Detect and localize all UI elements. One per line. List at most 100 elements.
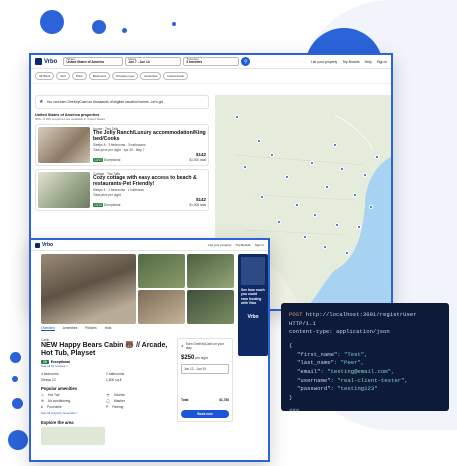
dates-input[interactable]: Jun 12 - Jun 19 [181, 364, 229, 374]
search-icon: ⚲ [244, 58, 248, 65]
vrbo-logo[interactable]: Vrbo [35, 58, 57, 65]
listing-title[interactable]: The Jolly Ranch/Luxury accommodation/Kin… [93, 130, 206, 143]
map-pin[interactable] [323, 245, 327, 249]
decor-dot [122, 28, 127, 33]
map-pin[interactable] [340, 167, 344, 171]
map-pin[interactable] [243, 165, 247, 169]
gallery-photo[interactable] [138, 254, 185, 288]
tab-overview[interactable]: Overview [41, 326, 55, 331]
area-map[interactable] [41, 427, 105, 446]
map-pin[interactable] [277, 220, 281, 224]
vrbo-logo[interactable]: Vrbo [35, 242, 53, 248]
spec-bedrooms: 4 bedrooms [41, 372, 59, 377]
gallery-photo[interactable] [187, 254, 234, 288]
book-now-button[interactable]: Book now [181, 410, 229, 418]
map-pin[interactable] [313, 213, 317, 217]
json-value: "testing@email.com", [327, 367, 395, 375]
search-button[interactable]: ⚲ [241, 57, 251, 66]
map-pin[interactable] [303, 235, 307, 239]
filter-bedrooms[interactable]: Bedrooms [88, 72, 111, 80]
kitchen-icon: ☕ [106, 393, 111, 398]
listing-photo[interactable] [38, 172, 90, 208]
listing-card[interactable]: House · Two Tails The Jolly Ranch/Luxury… [35, 124, 209, 166]
travelers-field[interactable]: Travelers 2 travelers [183, 57, 240, 66]
logo-icon [35, 58, 42, 65]
gallery-photo[interactable] [138, 290, 185, 324]
main-photo[interactable] [41, 254, 136, 324]
map-pin[interactable] [235, 115, 239, 119]
rating-badge: 10/10 [93, 157, 103, 162]
nav-list-property[interactable]: List your property [311, 60, 337, 64]
total-price: $1,780 [219, 398, 229, 402]
decor-dot [12, 398, 23, 409]
nav-trip-boards[interactable]: Trip Boards [342, 60, 359, 64]
travelers-value: 2 travelers [186, 60, 203, 65]
map-pin[interactable] [375, 155, 379, 159]
nav-sign-in[interactable]: Sign in [255, 243, 264, 247]
amenity-item: P Parking [106, 405, 169, 409]
host-ad[interactable]: See how much you could earn hosting with… [238, 254, 268, 356]
filter-price[interactable]: Price [71, 72, 87, 80]
tag-icon: ★ [181, 344, 184, 348]
amenities-heading: Popular amenities [41, 386, 78, 392]
amenity-item: ☕ Kitchen [106, 393, 169, 397]
filter-instant-book[interactable]: Instant book [163, 72, 188, 80]
json-key: "email" [297, 367, 321, 375]
filter-all[interactable]: All filters [35, 72, 55, 80]
dates-field[interactable]: Dates Jun 7 - Jun 14 [125, 57, 182, 66]
map-pin[interactable] [270, 153, 274, 157]
map-pin[interactable] [257, 139, 261, 143]
map-pin[interactable] [285, 175, 289, 179]
nav-list-property[interactable]: List your property [208, 243, 231, 247]
gallery-photo[interactable] [187, 290, 234, 324]
listing-info: Cottage · Two Tails Cozy cottage with ea… [93, 172, 206, 208]
where-field[interactable]: Where United States of America [63, 57, 124, 66]
map-pin[interactable] [357, 225, 361, 229]
decor-dot [172, 22, 176, 26]
amenity-label: Kitchen [114, 393, 126, 398]
map-pin[interactable] [363, 173, 367, 177]
map-pin[interactable] [353, 193, 357, 197]
map-pin[interactable] [345, 251, 349, 255]
map-pin[interactable] [369, 205, 373, 209]
listing-title[interactable]: Cozy cottage with easy access to beach &… [93, 175, 206, 188]
specs: 4 bedrooms 2 bathrooms Sleeps 12 1,800 s… [41, 372, 169, 382]
filter-sort[interactable]: Sort [56, 72, 70, 80]
where-value: United States of America [66, 60, 104, 65]
ad-logo: Vrbo [247, 313, 259, 320]
top-bar: Vrbo List your property Trip Boards Sign… [31, 240, 268, 251]
reviews-link[interactable]: See all 10 reviews > [41, 364, 169, 368]
map-pin[interactable] [335, 223, 339, 227]
total-row: Total $1,780 [181, 398, 229, 402]
rating-badge: 10/10 [93, 202, 103, 207]
tab-amenities[interactable]: Amenities [63, 326, 77, 331]
content-type-header: content-type: application/json [289, 328, 390, 336]
map-pin[interactable] [333, 143, 337, 147]
map-pin[interactable] [260, 195, 264, 199]
filter-property-type[interactable]: Property type [112, 72, 139, 80]
nav-help[interactable]: Help [365, 60, 372, 64]
tab-policies[interactable]: Policies [85, 326, 96, 331]
request-url: http://localhost:3001/registrUser HTTP/1… [289, 311, 417, 327]
see-all-amenities[interactable]: See all property amenities > [41, 411, 169, 415]
result-subtitle: 300+ of 300 properties are available in … [35, 117, 105, 121]
listing-photo[interactable] [38, 127, 90, 163]
filter-amenities[interactable]: Amenities [140, 72, 162, 80]
map-pin[interactable] [310, 161, 314, 165]
amenities-list: ♨ Hot Tub ☕ Kitchen ❄ Air conditioning ◯ Was… [41, 393, 169, 409]
nav-sign-in[interactable]: Sign in [377, 60, 387, 64]
json-key: "first_name" [297, 350, 338, 358]
rating-label: Exceptional [103, 202, 121, 207]
nav-trip-boards[interactable]: Trip Boards [235, 243, 250, 247]
listing-card[interactable]: Cottage · Two Tails Cozy cottage with ea… [35, 169, 209, 211]
spec-area: 1,800 sq ft [106, 378, 122, 383]
decor-dot [12, 376, 18, 382]
price-unit: per night [195, 356, 208, 360]
dates-value: Jun 7 - Jun 14 [128, 60, 150, 65]
map-pin[interactable] [325, 185, 329, 189]
ad-text: See how much you could earn hosting with… [241, 288, 265, 306]
rating-label: Exceptional [103, 157, 121, 162]
json-key: "last_name" [297, 359, 334, 367]
tab-host[interactable]: Host [105, 326, 112, 331]
map-pin[interactable] [295, 203, 299, 207]
